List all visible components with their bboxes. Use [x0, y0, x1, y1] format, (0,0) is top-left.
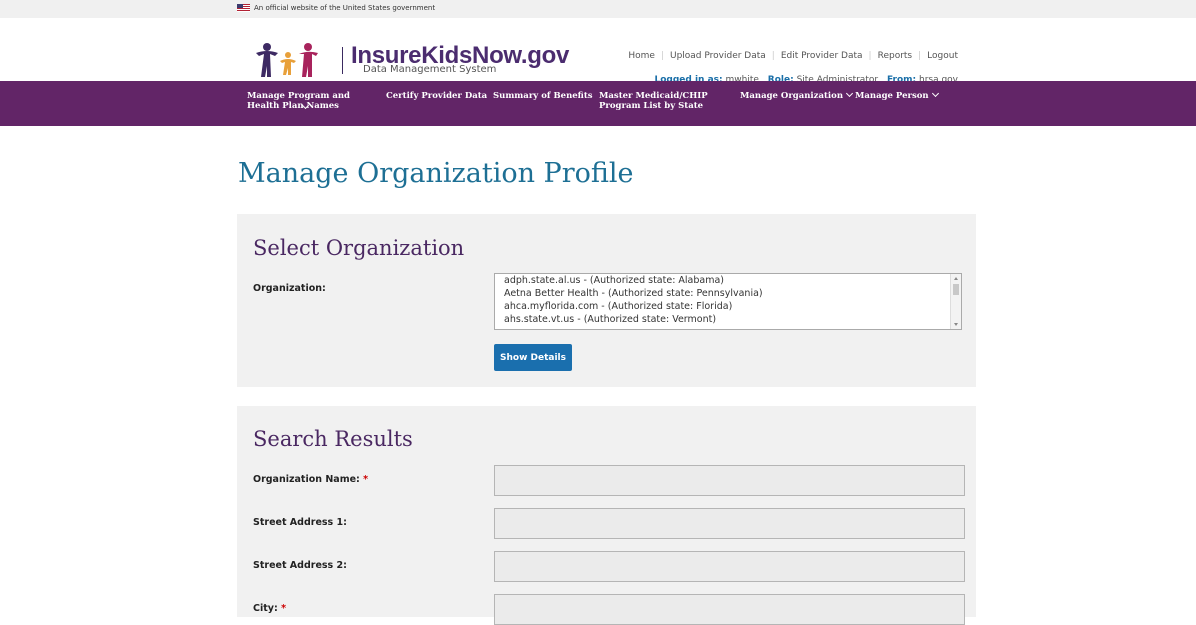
- nav-master-medicaid-chip-list[interactable]: Master Medicaid/CHIP Program List by Sta…: [599, 91, 724, 111]
- required-asterisk: *: [363, 474, 369, 485]
- street-address-2-field[interactable]: [494, 551, 965, 582]
- us-flag-icon: [237, 4, 250, 12]
- nav-summary-of-benefits[interactable]: Summary of Benefits: [493, 91, 593, 101]
- search-results-heading: Search Results: [253, 427, 413, 451]
- organization-name-label: Organization Name: *: [253, 474, 369, 485]
- nav-logout-link[interactable]: Logout: [927, 51, 958, 61]
- list-item[interactable]: ahs.state.vt.us - (Authorized state: Ver…: [495, 313, 961, 326]
- organization-listbox[interactable]: adph.state.al.us - (Authorized state: Al…: [494, 273, 962, 330]
- street-address-2-label: Street Address 2:: [253, 560, 347, 571]
- gov-banner: An official website of the United States…: [0, 0, 1196, 19]
- main-nav: Manage Program and Health Plan Names Cer…: [0, 81, 1196, 126]
- organization-label: Organization:: [253, 283, 326, 294]
- listbox-scrollbar[interactable]: [950, 274, 961, 329]
- nav-certify-provider-data[interactable]: Certify Provider Data: [386, 91, 487, 101]
- family-logo-icon[interactable]: [254, 42, 329, 78]
- nav-manage-organization[interactable]: Manage Organization: [740, 89, 854, 101]
- nav-label: Summary of Benefits: [493, 91, 593, 101]
- select-organization-panel: Select Organization Organization: adph.s…: [237, 214, 976, 387]
- required-asterisk: *: [281, 603, 287, 614]
- city-label: City: *: [253, 603, 287, 614]
- nav-label: Master Medicaid/CHIP Program List by Sta…: [599, 91, 708, 111]
- nav-label: Certify Provider Data: [386, 91, 488, 101]
- nav-label: Manage Person: [855, 91, 929, 101]
- nav-home-link[interactable]: Home: [628, 51, 655, 61]
- nav-label: Manage Program and Health Plan Names: [247, 91, 350, 111]
- nav-manage-program-health-plan-names[interactable]: Manage Program and Health Plan Names: [247, 91, 372, 111]
- logo-divider: [342, 47, 343, 74]
- street-address-1-field[interactable]: [494, 508, 965, 539]
- page-title: Manage Organization Profile: [238, 158, 634, 189]
- gov-banner-text: An official website of the United States…: [254, 4, 436, 12]
- nav-reports-link[interactable]: Reports: [878, 51, 913, 61]
- nav-upload-provider-data-link[interactable]: Upload Provider Data: [670, 51, 766, 61]
- site-subtitle: Data Management System: [363, 64, 497, 75]
- list-item[interactable]: ahca.myflorida.com - (Authorized state: …: [495, 300, 961, 313]
- list-item[interactable]: Aetna Better Health - (Authorized state:…: [495, 287, 961, 300]
- organization-name-field[interactable]: [494, 465, 965, 496]
- scroll-down-arrow-icon[interactable]: [954, 323, 958, 326]
- chevron-down-icon: [931, 89, 939, 98]
- nav-manage-person[interactable]: Manage Person: [855, 89, 939, 101]
- street-address-1-label: Street Address 1:: [253, 517, 347, 528]
- show-details-button[interactable]: Show Details: [494, 344, 572, 371]
- search-results-panel: Search Results Organization Name: * Stre…: [237, 406, 976, 625]
- city-field[interactable]: [494, 594, 965, 625]
- nav-edit-provider-data-link[interactable]: Edit Provider Data: [781, 51, 863, 61]
- nav-label: Manage Organization: [740, 91, 843, 101]
- list-item[interactable]: adph.state.al.us - (Authorized state: Al…: [495, 274, 961, 287]
- scroll-thumb[interactable]: [953, 284, 959, 295]
- scroll-up-arrow-icon[interactable]: [954, 277, 958, 280]
- utility-nav: Home | Upload Provider Data | Edit Provider …: [628, 51, 958, 61]
- select-organization-heading: Select Organization: [253, 236, 465, 260]
- chevron-down-icon: [845, 89, 854, 98]
- site-header: InsureKidsNow.gov Data Management System…: [0, 18, 1196, 85]
